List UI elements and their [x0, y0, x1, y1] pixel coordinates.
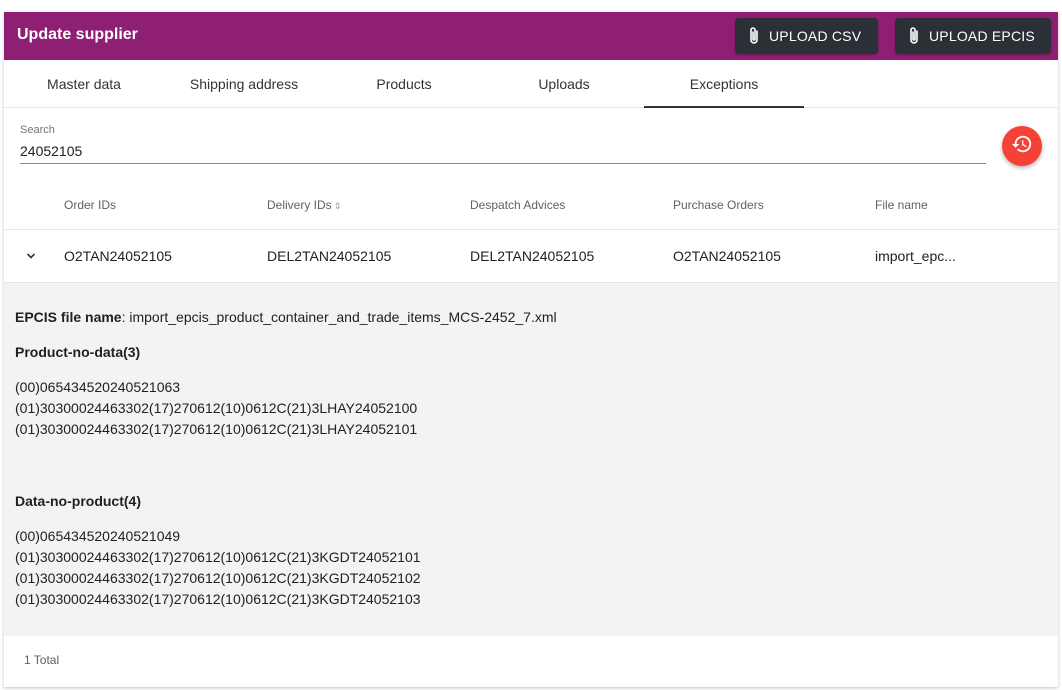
- product-no-data-item: (01)30300024463302(17)270612(10)0612C(21…: [15, 400, 418, 416]
- reset-search-button[interactable]: [1002, 126, 1042, 166]
- epcis-file-name: EPCIS file name: import_epcis_product_co…: [15, 309, 557, 325]
- column-header-delivery-ids[interactable]: Delivery IDs ⇕: [267, 180, 341, 231]
- tab-bar: Master data Shipping address Products Up…: [4, 60, 1058, 108]
- data-no-product-heading: Data-no-product(4): [15, 493, 141, 509]
- paperclip-icon: [747, 26, 761, 46]
- data-no-product-item: (00)065434520240521049: [15, 528, 181, 544]
- tab-shipping-address[interactable]: Shipping address: [164, 60, 324, 108]
- tab-exceptions[interactable]: Exceptions: [644, 60, 804, 108]
- cell-delivery-ids: DEL2TAN24052105: [267, 248, 392, 264]
- column-header-delivery-ids-label: Delivery IDs: [267, 198, 332, 212]
- search-label: Search: [20, 124, 55, 136]
- data-no-product-item: (01)30300024463302(17)270612(10)0612C(21…: [15, 549, 421, 565]
- history-icon: [1011, 133, 1033, 160]
- product-no-data-item: (01)30300024463302(17)270612(10)0612C(21…: [15, 421, 418, 437]
- column-header-file-name: File name: [875, 198, 928, 212]
- upload-csv-button[interactable]: UPLOAD CSV: [735, 18, 878, 54]
- cell-order-ids: O2TAN24052105: [64, 248, 172, 264]
- update-supplier-panel: Update supplier UPLOAD CSV UPLOAD EPCIS …: [4, 12, 1058, 687]
- cell-despatch-advices: DEL2TAN24052105: [470, 248, 595, 264]
- data-no-product-item: (01)30300024463302(17)270612(10)0612C(21…: [15, 591, 421, 607]
- tab-products[interactable]: Products: [324, 60, 484, 108]
- upload-epcis-button[interactable]: UPLOAD EPCIS: [895, 18, 1051, 54]
- table-header: Order IDs Delivery IDs ⇕ Despatch Advices…: [4, 180, 1058, 230]
- cell-purchase-orders: O2TAN24052105: [673, 248, 781, 264]
- tab-uploads[interactable]: Uploads: [484, 60, 644, 108]
- total-count: 1 Total: [24, 653, 60, 667]
- epcis-file-name-value: : import_epcis_product_container_and_tra…: [121, 309, 557, 325]
- sort-icon[interactable]: ⇕: [334, 201, 342, 211]
- column-header-order-ids: Order IDs: [64, 198, 117, 212]
- upload-csv-label: UPLOAD CSV: [769, 28, 862, 44]
- data-no-product-item: (01)30300024463302(17)270612(10)0612C(21…: [15, 570, 421, 586]
- table-row[interactable]: O2TAN24052105 DEL2TAN24052105 DEL2TAN240…: [4, 231, 1058, 283]
- epcis-file-name-label: EPCIS file name: [15, 309, 122, 325]
- product-no-data-heading: Product-no-data(3): [15, 344, 141, 360]
- chevron-down-icon[interactable]: [23, 248, 39, 264]
- search-input[interactable]: [20, 138, 986, 164]
- row-detail-panel: EPCIS file name: import_epcis_product_co…: [4, 283, 1058, 636]
- tab-master-data[interactable]: Master data: [4, 60, 164, 108]
- paperclip-icon: [907, 26, 921, 46]
- column-header-purchase-orders: Purchase Orders: [673, 198, 764, 212]
- cell-file-name: import_epc...: [875, 248, 956, 264]
- product-no-data-item: (00)065434520240521063: [15, 379, 181, 395]
- title-bar: Update supplier UPLOAD CSV UPLOAD EPCIS: [4, 12, 1058, 60]
- upload-epcis-label: UPLOAD EPCIS: [929, 28, 1035, 44]
- page-title: Update supplier: [17, 26, 138, 43]
- column-header-despatch-advices: Despatch Advices: [470, 198, 566, 212]
